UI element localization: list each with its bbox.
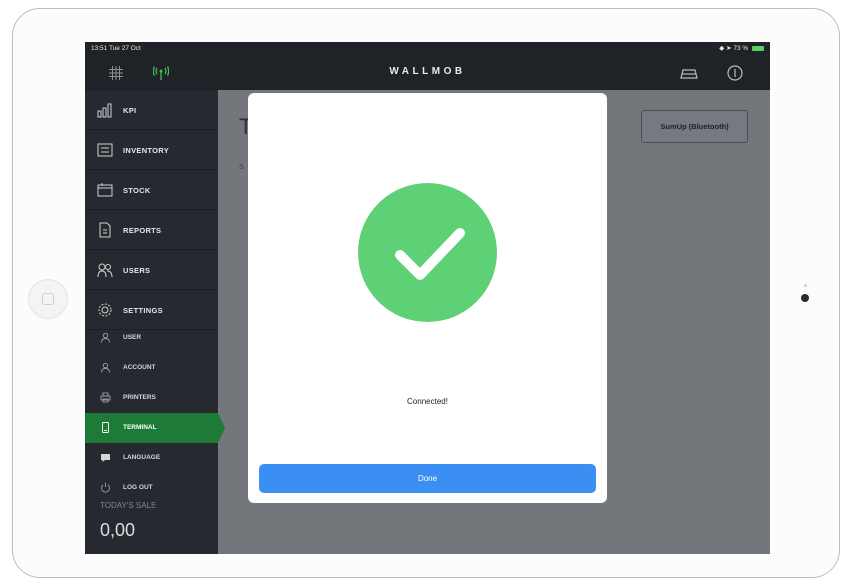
power-icon xyxy=(101,482,110,493)
sidebar-subitem-label: TERMINAL xyxy=(123,424,157,431)
status-bar: 13:51 Tue 27 Oct ◆ ➤ 73 % xyxy=(85,42,770,56)
page-subtitle: S xyxy=(239,164,244,171)
sidebar-item-stock[interactable]: STOCK xyxy=(85,170,218,210)
account-icon xyxy=(101,362,110,373)
info-icon[interactable] xyxy=(727,65,743,81)
language-icon xyxy=(101,454,110,462)
status-indicators: ◆ ➤ 73 % xyxy=(719,42,764,56)
screen: 13:51 Tue 27 Oct ◆ ➤ 73 % WALLMOB KPI IN… xyxy=(85,42,770,554)
sidebar-item-label: INVENTORY xyxy=(123,146,170,155)
stock-icon xyxy=(97,183,113,197)
sidebar-subitem-label: PRINTERS xyxy=(123,394,156,401)
todays-sale-label: TODAY'S SALE xyxy=(100,501,157,510)
sidebar-subitem-language[interactable]: LANGUAGE xyxy=(85,443,218,473)
cash-register-icon[interactable] xyxy=(679,66,699,80)
sidebar-subitem-logout[interactable]: LOG OUT xyxy=(85,473,218,503)
users-icon xyxy=(97,263,113,278)
sidebar-subitem-label: LOG OUT xyxy=(123,484,153,491)
inventory-icon xyxy=(97,143,113,157)
kpi-bars-icon xyxy=(97,103,112,118)
sidebar-subitem-printers[interactable]: PRINTERS xyxy=(85,383,218,413)
sidebar-item-label: REPORTS xyxy=(123,226,162,235)
sidebar-subitem-account[interactable]: ACCOUNT xyxy=(85,353,218,383)
done-button[interactable]: Done xyxy=(259,464,596,493)
connection-status-message: Connected! xyxy=(407,397,448,406)
terminal-icon xyxy=(102,422,109,433)
todays-sale-value: 0,00 xyxy=(100,520,136,540)
home-button[interactable] xyxy=(28,279,68,319)
battery-percent: 73 % xyxy=(733,45,749,52)
sidebar-item-label: STOCK xyxy=(123,186,151,195)
sidebar-subitem-user[interactable]: USER xyxy=(85,323,218,353)
sidebar-item-kpi[interactable]: KPI xyxy=(85,90,218,130)
location-icon: ➤ xyxy=(726,45,732,52)
connection-modal: Connected! Done xyxy=(248,93,607,503)
sidebar-item-reports[interactable]: REPORTS xyxy=(85,210,218,250)
top-bar: WALLMOB xyxy=(85,56,770,90)
sidebar-subitem-label: ACCOUNT xyxy=(123,364,156,371)
success-checkmark-icon xyxy=(358,183,497,322)
active-indicator-arrow xyxy=(218,413,225,443)
sidebar-subitem-label: LANGUAGE xyxy=(123,454,161,461)
wifi-icon: ◆ xyxy=(719,45,725,52)
sidebar-item-label: KPI xyxy=(123,106,137,115)
camera-icon xyxy=(801,294,809,302)
sidebar-subitem-terminal[interactable]: TERMINAL xyxy=(85,413,225,443)
sidebar-item-label: SETTINGS xyxy=(123,306,163,315)
sumup-terminal-button[interactable]: SumUp (Bluetooth) xyxy=(641,110,748,143)
proximity-sensor xyxy=(804,284,807,287)
brand-logo: WALLMOB xyxy=(389,66,466,77)
sidebar-subitem-label: USER xyxy=(123,334,142,341)
reports-icon xyxy=(99,222,111,238)
status-time: 13:51 Tue 27 Oct xyxy=(91,45,141,52)
sidebar-item-label: USERS xyxy=(123,266,151,275)
gear-icon xyxy=(98,303,112,317)
battery-icon xyxy=(752,45,764,51)
sidebar: KPI INVENTORY STOCK REPORTS USERS SETTIN… xyxy=(85,90,225,554)
sidebar-item-users[interactable]: USERS xyxy=(85,250,218,290)
sidebar-item-inventory[interactable]: INVENTORY xyxy=(85,130,218,170)
printer-icon xyxy=(100,392,111,403)
user-icon xyxy=(101,332,110,343)
